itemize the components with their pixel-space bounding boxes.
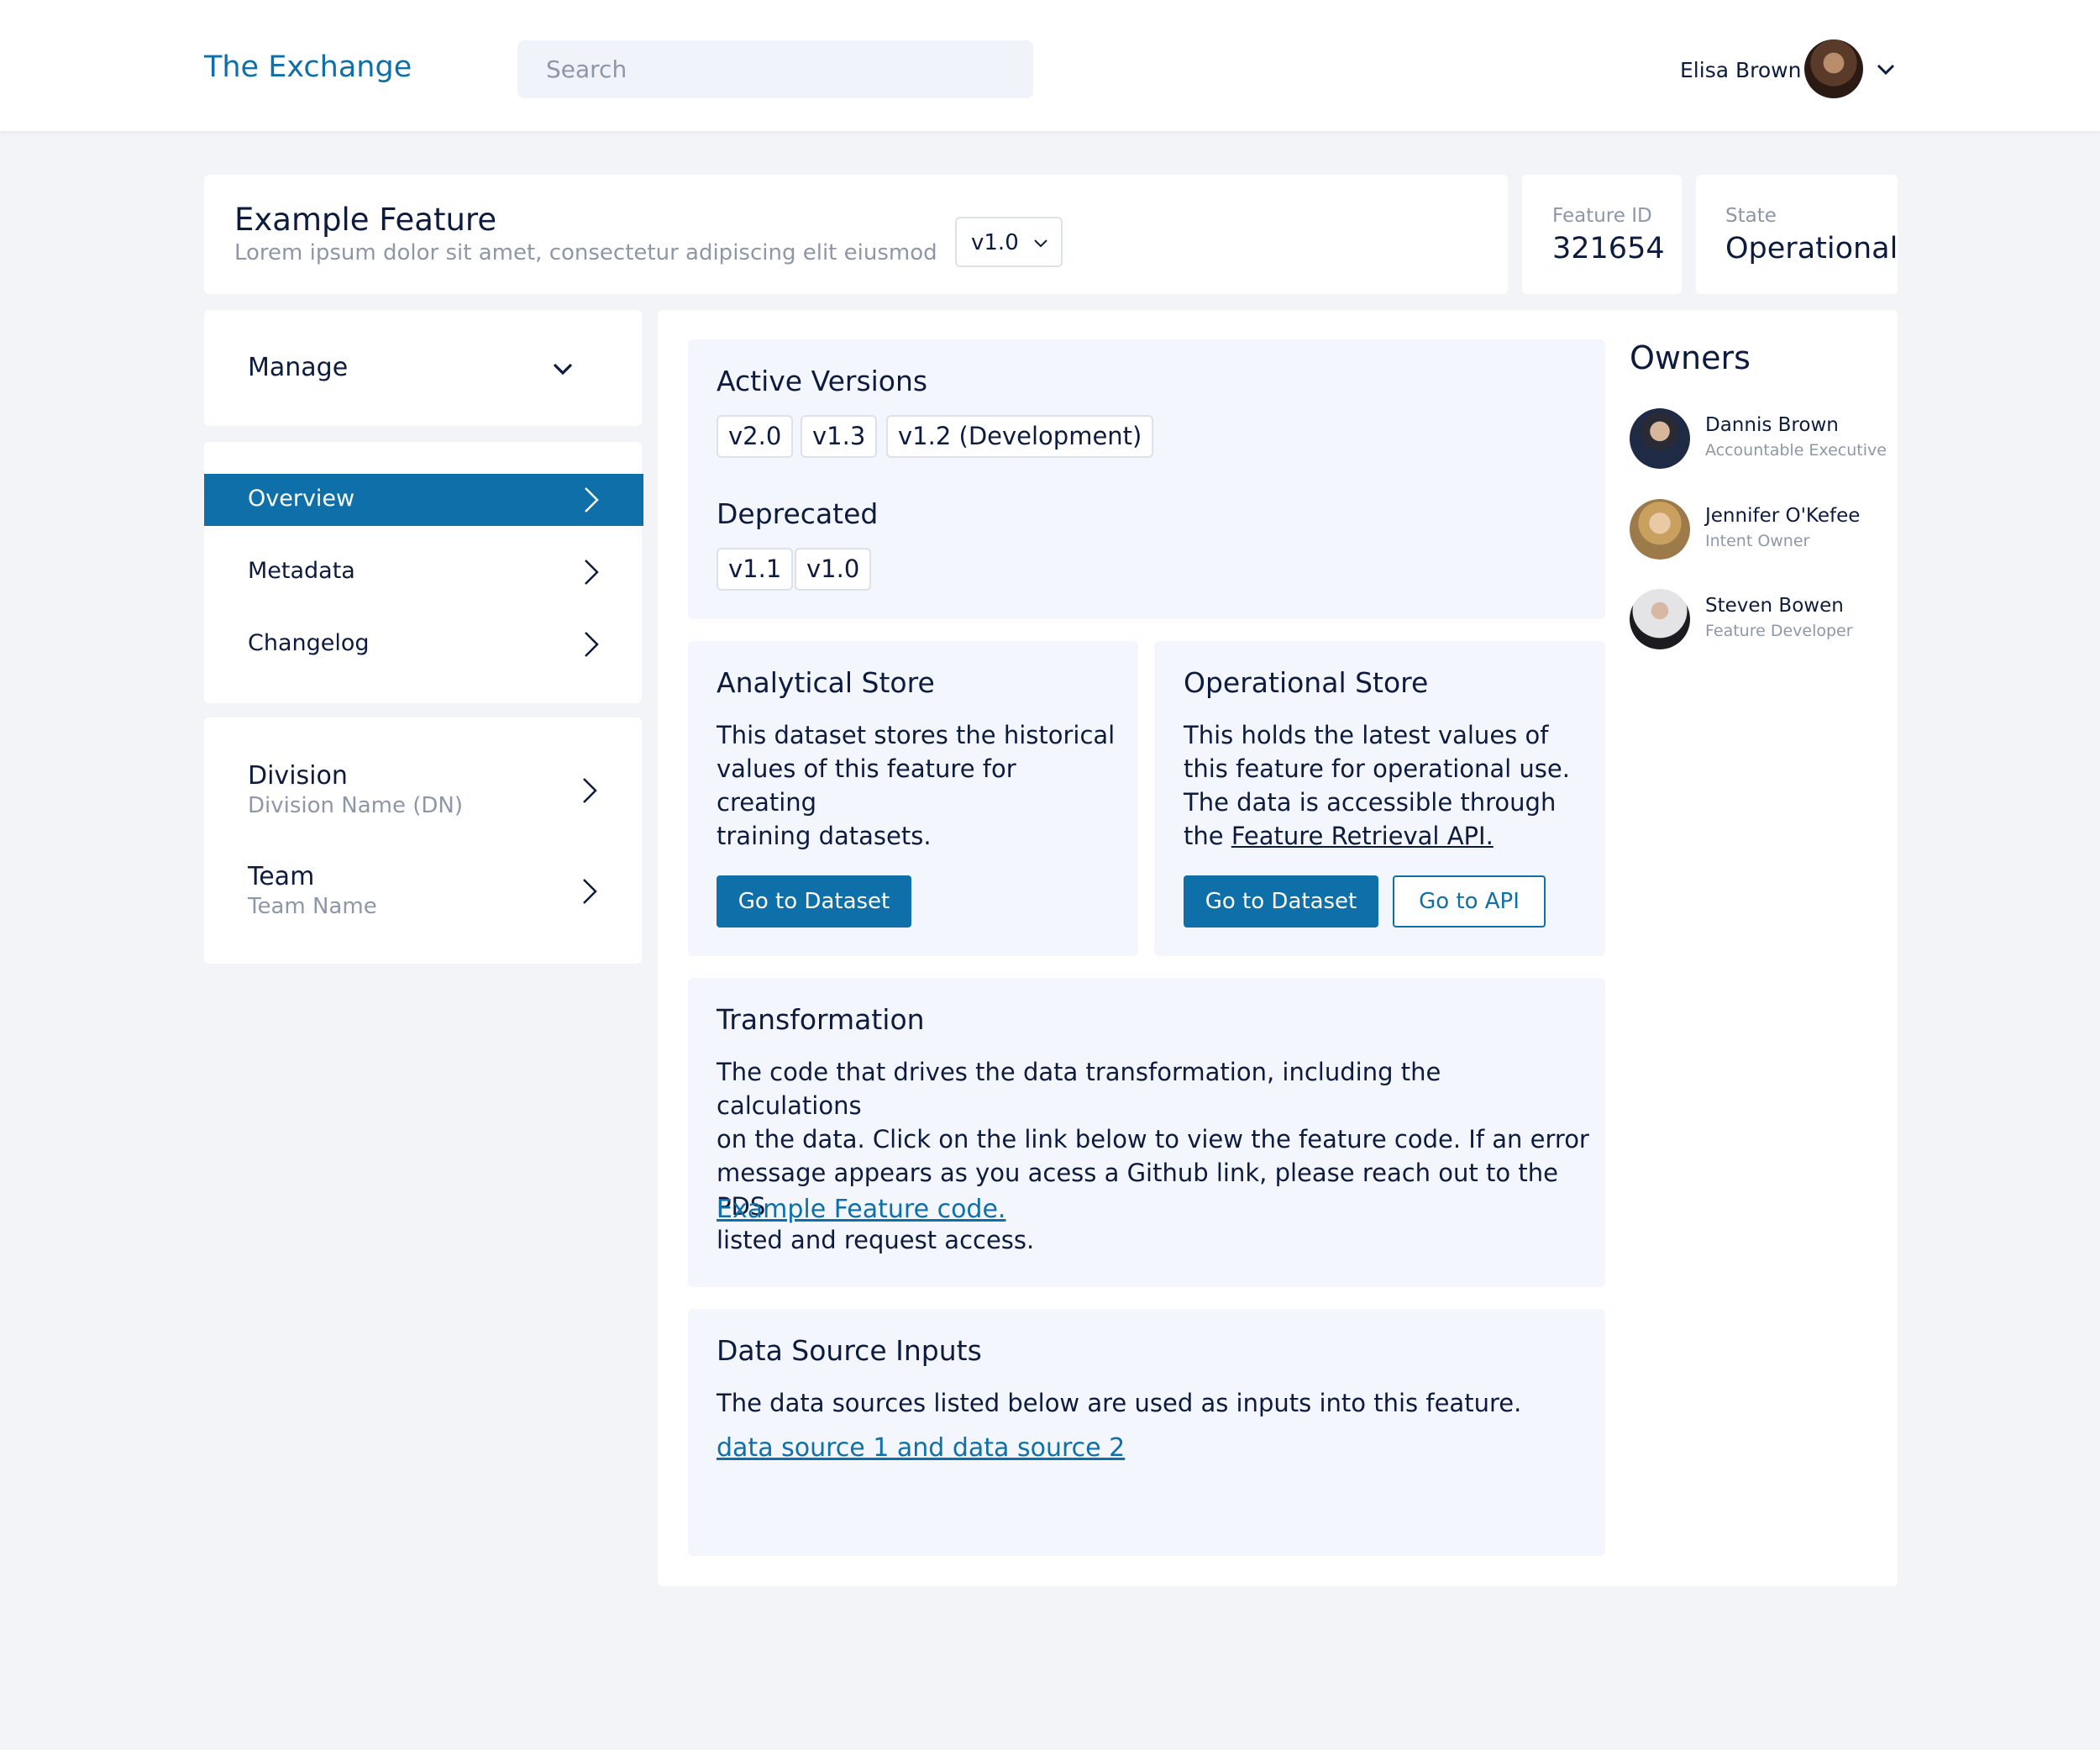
- feature-retrieval-api-link[interactable]: Feature Retrieval API.: [1231, 822, 1494, 850]
- feature-title: Example Feature: [234, 202, 497, 238]
- version-chip[interactable]: v1.2 (Development): [886, 415, 1154, 458]
- text-line: listed and request access.: [717, 1226, 1035, 1254]
- version-chip[interactable]: v1.1: [717, 548, 794, 591]
- text-line: This dataset stores the historical: [717, 721, 1116, 749]
- search-input[interactable]: [517, 40, 1033, 98]
- sidebar-item-changelog[interactable]: Changelog: [204, 618, 643, 670]
- chevron-right-icon: [585, 487, 599, 512]
- transformation-title: Transformation: [717, 1003, 925, 1036]
- text-line: values of this feature for creating: [717, 754, 1016, 817]
- owner-avatar: [1630, 589, 1690, 649]
- team-name: Team Name: [248, 894, 377, 919]
- text-fragment: the: [1184, 822, 1231, 850]
- owners-title: Owners: [1630, 339, 1751, 376]
- version-select[interactable]: v1.0: [955, 217, 1063, 267]
- feature-id-value: 321654: [1552, 232, 1665, 265]
- owner-item[interactable]: Steven Bowen Feature Developer: [1630, 589, 1890, 656]
- app-brand[interactable]: The Exchange: [204, 50, 412, 84]
- operational-store-title: Operational Store: [1184, 666, 1429, 699]
- owner-role: Feature Developer: [1705, 622, 1853, 640]
- owner-role: Accountable Executive: [1705, 441, 1887, 460]
- text-line: The data is accessible through: [1184, 788, 1557, 817]
- feature-id-panel: Feature ID 321654: [1522, 175, 1682, 294]
- version-chip[interactable]: v2.0: [717, 415, 794, 458]
- user-name[interactable]: Elisa Brown: [1680, 58, 1801, 82]
- version-select-value: v1.0: [971, 230, 1019, 255]
- state-value: Operational: [1725, 232, 1898, 265]
- chevron-right-icon: [585, 560, 599, 585]
- feature-code-link[interactable]: Example Feature code.: [717, 1195, 1005, 1224]
- sidebar-item-metadata[interactable]: Metadata: [204, 546, 643, 598]
- text-line: the Feature Retrieval API.: [1184, 819, 1587, 853]
- owner-name: Dannis Brown: [1705, 414, 1839, 436]
- text-line: this feature for operational use.: [1184, 754, 1570, 783]
- owner-avatar: [1630, 408, 1690, 469]
- analytical-store-card: Analytical Store This dataset stores the…: [688, 641, 1138, 956]
- transformation-card: Transformation The code that drives the …: [688, 978, 1605, 1287]
- chevron-down-icon[interactable]: [1875, 59, 1897, 81]
- chevron-right-icon: [583, 778, 597, 803]
- owner-item[interactable]: Jennifer O'Kefee Intent Owner: [1630, 499, 1890, 566]
- manage-label: Manage: [248, 353, 349, 382]
- state-panel: State Operational: [1696, 175, 1898, 294]
- sidebar-item-team[interactable]: Team Team Name: [204, 855, 642, 939]
- owner-item[interactable]: Dannis Brown Accountable Executive: [1630, 408, 1890, 476]
- operational-store-card: Operational Store This holds the latest …: [1154, 641, 1605, 956]
- feature-subtitle: Lorem ipsum dolor sit amet, consectetur …: [234, 240, 937, 265]
- deprecated-title: Deprecated: [717, 497, 879, 530]
- sidebar-item-division[interactable]: Division Division Name (DN): [204, 754, 642, 838]
- version-chip[interactable]: v1.0: [795, 548, 872, 591]
- sidebar-item-overview[interactable]: Overview: [204, 474, 643, 526]
- feature-id-label: Feature ID: [1552, 205, 1652, 227]
- active-versions-title: Active Versions: [717, 365, 928, 397]
- version-chip[interactable]: v1.3: [801, 415, 878, 458]
- text-line: training datasets.: [717, 822, 932, 850]
- owner-name: Jennifer O'Kefee: [1705, 505, 1861, 527]
- analytical-store-title: Analytical Store: [717, 666, 935, 699]
- text-line: This holds the latest values of: [1184, 721, 1549, 749]
- data-source-description: The data sources listed below are used a…: [717, 1389, 1522, 1417]
- division-title: Division: [248, 761, 348, 791]
- chevron-right-icon: [585, 632, 599, 657]
- go-to-dataset-button[interactable]: Go to Dataset: [1184, 875, 1378, 928]
- go-to-dataset-button[interactable]: Go to Dataset: [717, 875, 911, 928]
- sidebar-item-label: Changelog: [248, 630, 370, 656]
- data-source-link[interactable]: data source 1 and data source 2: [717, 1433, 1125, 1463]
- state-label: State: [1725, 205, 1777, 227]
- data-source-title: Data Source Inputs: [717, 1334, 982, 1367]
- chevron-down-icon: [1034, 239, 1047, 248]
- team-title: Team: [248, 862, 315, 891]
- go-to-api-button[interactable]: Go to API: [1393, 875, 1546, 928]
- sidebar-item-label: Metadata: [248, 558, 355, 584]
- text-line: on the data. Click on the link below to …: [717, 1125, 1589, 1154]
- division-name: Division Name (DN): [248, 793, 464, 818]
- chevron-down-icon[interactable]: [551, 357, 575, 381]
- sidebar-item-label: Overview: [248, 486, 355, 512]
- user-avatar[interactable]: [1804, 39, 1863, 98]
- data-source-card: Data Source Inputs The data sources list…: [688, 1309, 1605, 1556]
- chevron-right-icon: [583, 879, 597, 904]
- analytical-store-description: This dataset stores the historical value…: [717, 718, 1120, 853]
- versions-card: Active Versions v2.0 v1.3 v1.2 (Developm…: [688, 339, 1605, 619]
- owner-avatar: [1630, 499, 1690, 560]
- owner-name: Steven Bowen: [1705, 595, 1844, 617]
- operational-store-description: This holds the latest values of this fea…: [1184, 718, 1587, 853]
- text-line: The code that drives the data transforma…: [717, 1058, 1441, 1120]
- owner-role: Intent Owner: [1705, 532, 1810, 550]
- transformation-description: The code that drives the data transforma…: [717, 1055, 1590, 1257]
